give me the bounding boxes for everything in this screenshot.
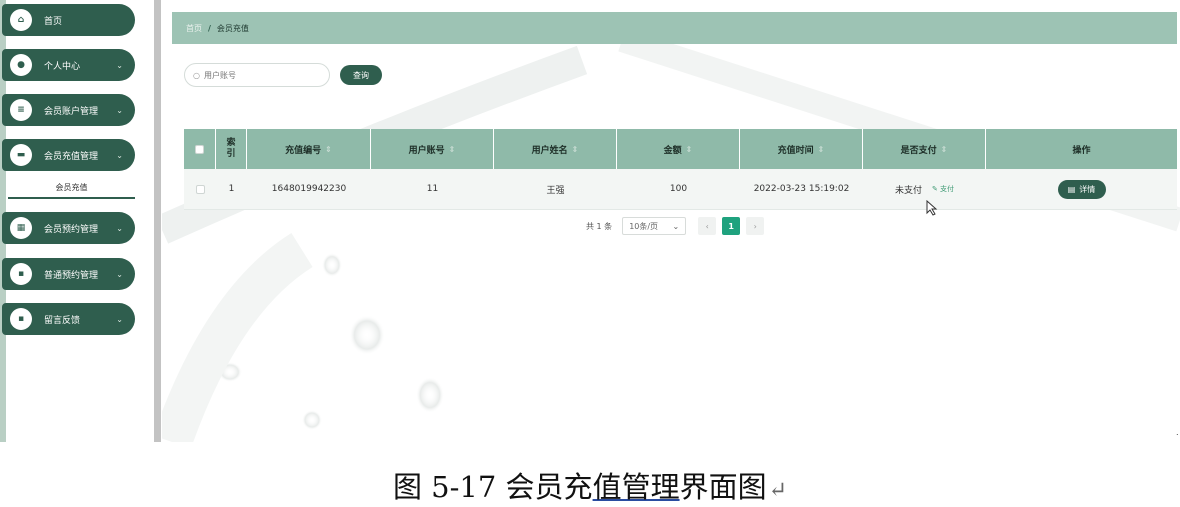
- cell-account: 11: [426, 184, 439, 194]
- app-screen: ⌂ 首页 ● 个人中心 ⌄ ≡ 会员账户管理 ⌄ ▬ 会员充值管理 ⌄ 会员充值…: [0, 0, 1180, 442]
- search-button[interactable]: 查询: [340, 65, 382, 85]
- recharge-table: 索引 充值编号 ⇕ 用户账号 ⇕ 用户姓名 ⇕ 金额 ⇕ 充值时间 ⇕ 是否支付 ⇕ 操作 …: [184, 129, 1177, 210]
- sidebar-item-label: 会员预约管理: [44, 224, 99, 235]
- pay-link-label: 支付: [940, 185, 955, 193]
- header-paid[interactable]: 是否支付 ⇕: [863, 129, 986, 169]
- chevron-down-icon: ⌄: [116, 314, 123, 324]
- chevron-down-icon: ⌄: [116, 150, 123, 160]
- search-input[interactable]: [203, 70, 314, 80]
- mouse-cursor-icon: [926, 200, 938, 216]
- sidebar-item-label: 会员充值管理: [44, 151, 99, 162]
- caption-prefix: 图 5-17 会员充: [392, 470, 593, 504]
- header-amount[interactable]: 金额 ⇕: [617, 129, 740, 169]
- prev-page-button[interactable]: ‹: [698, 217, 717, 235]
- sidebar-item-label: 普通预约管理: [44, 270, 99, 281]
- header-label: 是否支付: [900, 145, 937, 156]
- caption-underlined: 值管理: [592, 470, 680, 504]
- sidebar-item-member-booking[interactable]: ▦ 会员预约管理 ⌄: [2, 212, 135, 244]
- header-code[interactable]: 充值编号 ⇕: [247, 129, 371, 169]
- header-label: 充值时间: [777, 145, 814, 156]
- sidebar-item-label: 个人中心: [44, 61, 81, 72]
- header-label: 金额: [663, 145, 682, 156]
- select-all-checkbox[interactable]: [195, 144, 204, 154]
- chevron-down-icon: ⌄: [116, 223, 123, 233]
- chevron-down-icon: ⌄: [116, 60, 123, 70]
- sort-icon[interactable]: ⇕: [818, 145, 825, 154]
- next-page-button[interactable]: ›: [746, 217, 765, 235]
- edge-mark: .: [1176, 428, 1179, 437]
- sort-icon[interactable]: ⇕: [449, 145, 456, 154]
- breadcrumb: 首页 / 会员充值: [172, 12, 1177, 44]
- document-icon: ▤: [1067, 184, 1076, 194]
- sort-icon[interactable]: ⇕: [941, 145, 948, 154]
- breadcrumb-home[interactable]: 首页: [186, 23, 202, 34]
- header-index: 索引: [216, 129, 247, 169]
- breadcrumb-separator: /: [208, 23, 211, 33]
- sidebar-scrollbar[interactable]: [154, 0, 161, 442]
- submenu-item-recharge[interactable]: 会员充值: [8, 177, 135, 199]
- header-actions: 操作: [986, 129, 1177, 169]
- breadcrumb-current: 会员充值: [216, 23, 249, 33]
- cell-paid: 未支付 ✎ 支付: [863, 169, 986, 209]
- sidebar-item-home[interactable]: ⌂ 首页: [2, 4, 135, 36]
- sidebar-item-label: 首页: [44, 16, 63, 27]
- header-label: 索引: [226, 138, 236, 159]
- sidebar-item-label: 留言反馈: [44, 315, 81, 326]
- user-icon: ●: [10, 54, 32, 76]
- sidebar-item-label: 会员账户管理: [44, 106, 99, 117]
- chevron-down-icon: ⌄: [116, 105, 123, 115]
- sort-icon[interactable]: ⇕: [686, 145, 693, 154]
- page-size-select[interactable]: 10条/页 ⌄: [622, 217, 687, 235]
- cell-index: 1: [228, 184, 235, 194]
- pay-link[interactable]: ✎ 支付: [932, 184, 954, 194]
- sort-icon[interactable]: ⇕: [325, 145, 332, 154]
- wallet-icon: ▬: [10, 144, 32, 166]
- main-content: 首页 / 会员充值 ○ 查询 索引 充值编号⇕ 用户账号⇕ 用户姓名⇕ 金额⇕ …: [162, 0, 1180, 442]
- paid-status: 未支付: [894, 185, 922, 196]
- search-icon: ○: [193, 70, 200, 80]
- sidebar-item-member-recharge[interactable]: ▬ 会员充值管理 ⌄: [2, 139, 135, 171]
- page-number-current[interactable]: 1: [722, 217, 741, 235]
- sliders-icon: ≡: [10, 99, 32, 121]
- chevron-down-icon: ⌄: [672, 221, 680, 231]
- table-header: 索引 充值编号 ⇕ 用户账号 ⇕ 用户姓名 ⇕ 金额 ⇕ 充值时间 ⇕ 是否支付 ⇕ 操作: [184, 129, 1177, 169]
- cell-amount: 100: [669, 184, 688, 194]
- caption-suffix: 界面图: [679, 470, 767, 504]
- detail-button[interactable]: ▤ 详情: [1057, 179, 1106, 199]
- pagination: 共 1 条 10条/页 ⌄ ‹ 1 ›: [586, 217, 765, 235]
- detail-button-label: 详情: [1079, 184, 1096, 194]
- sidebar: ⌂ 首页 ● 个人中心 ⌄ ≡ 会员账户管理 ⌄ ▬ 会员充值管理 ⌄ 会员充值…: [0, 0, 161, 442]
- header-label: 用户姓名: [531, 145, 568, 156]
- sidebar-item-feedback[interactable]: ▪ 留言反馈 ⌄: [2, 303, 135, 335]
- cell-code: 1648019942230: [271, 184, 347, 194]
- header-label: 操作: [1072, 145, 1091, 156]
- chevron-down-icon: ⌄: [116, 269, 123, 279]
- row-select[interactable]: [184, 169, 216, 209]
- header-account[interactable]: 用户账号 ⇕: [371, 129, 494, 169]
- cell-actions: ▤ 详情: [986, 169, 1177, 209]
- figure-caption: 图 5-17 会员充值管理界面图↵: [0, 464, 1180, 506]
- search-field[interactable]: ○: [184, 63, 330, 87]
- cell-time: 2022-03-23 15:19:02: [753, 184, 850, 194]
- sidebar-item-normal-booking[interactable]: ▪ 普通预约管理 ⌄: [2, 258, 135, 290]
- page-size-value: 10条/页: [629, 221, 659, 231]
- sidebar-item-member-accounts[interactable]: ≡ 会员账户管理 ⌄: [2, 94, 135, 126]
- grid-icon: ▦: [10, 217, 32, 239]
- header-label: 用户账号: [408, 145, 445, 156]
- home-icon: ⌂: [10, 9, 32, 31]
- apps-icon: ▪: [10, 263, 32, 285]
- chat-icon: ▪: [10, 308, 32, 330]
- header-time[interactable]: 充值时间 ⇕: [740, 129, 863, 169]
- return-mark-icon: ↵: [768, 478, 788, 503]
- pagination-total: 共 1 条: [586, 221, 613, 231]
- cell-name: 王强: [546, 185, 565, 196]
- table-row: 1 1648019942230 11 王强 100 2022-03-23 15:…: [184, 169, 1177, 210]
- header-select-all[interactable]: [184, 129, 216, 169]
- row-checkbox[interactable]: [195, 184, 205, 194]
- edit-icon: ✎: [931, 185, 941, 193]
- sort-icon[interactable]: ⇕: [572, 145, 579, 154]
- sidebar-item-personal[interactable]: ● 个人中心 ⌄: [2, 49, 135, 81]
- header-name[interactable]: 用户姓名 ⇕: [494, 129, 617, 169]
- header-label: 充值编号: [285, 145, 322, 156]
